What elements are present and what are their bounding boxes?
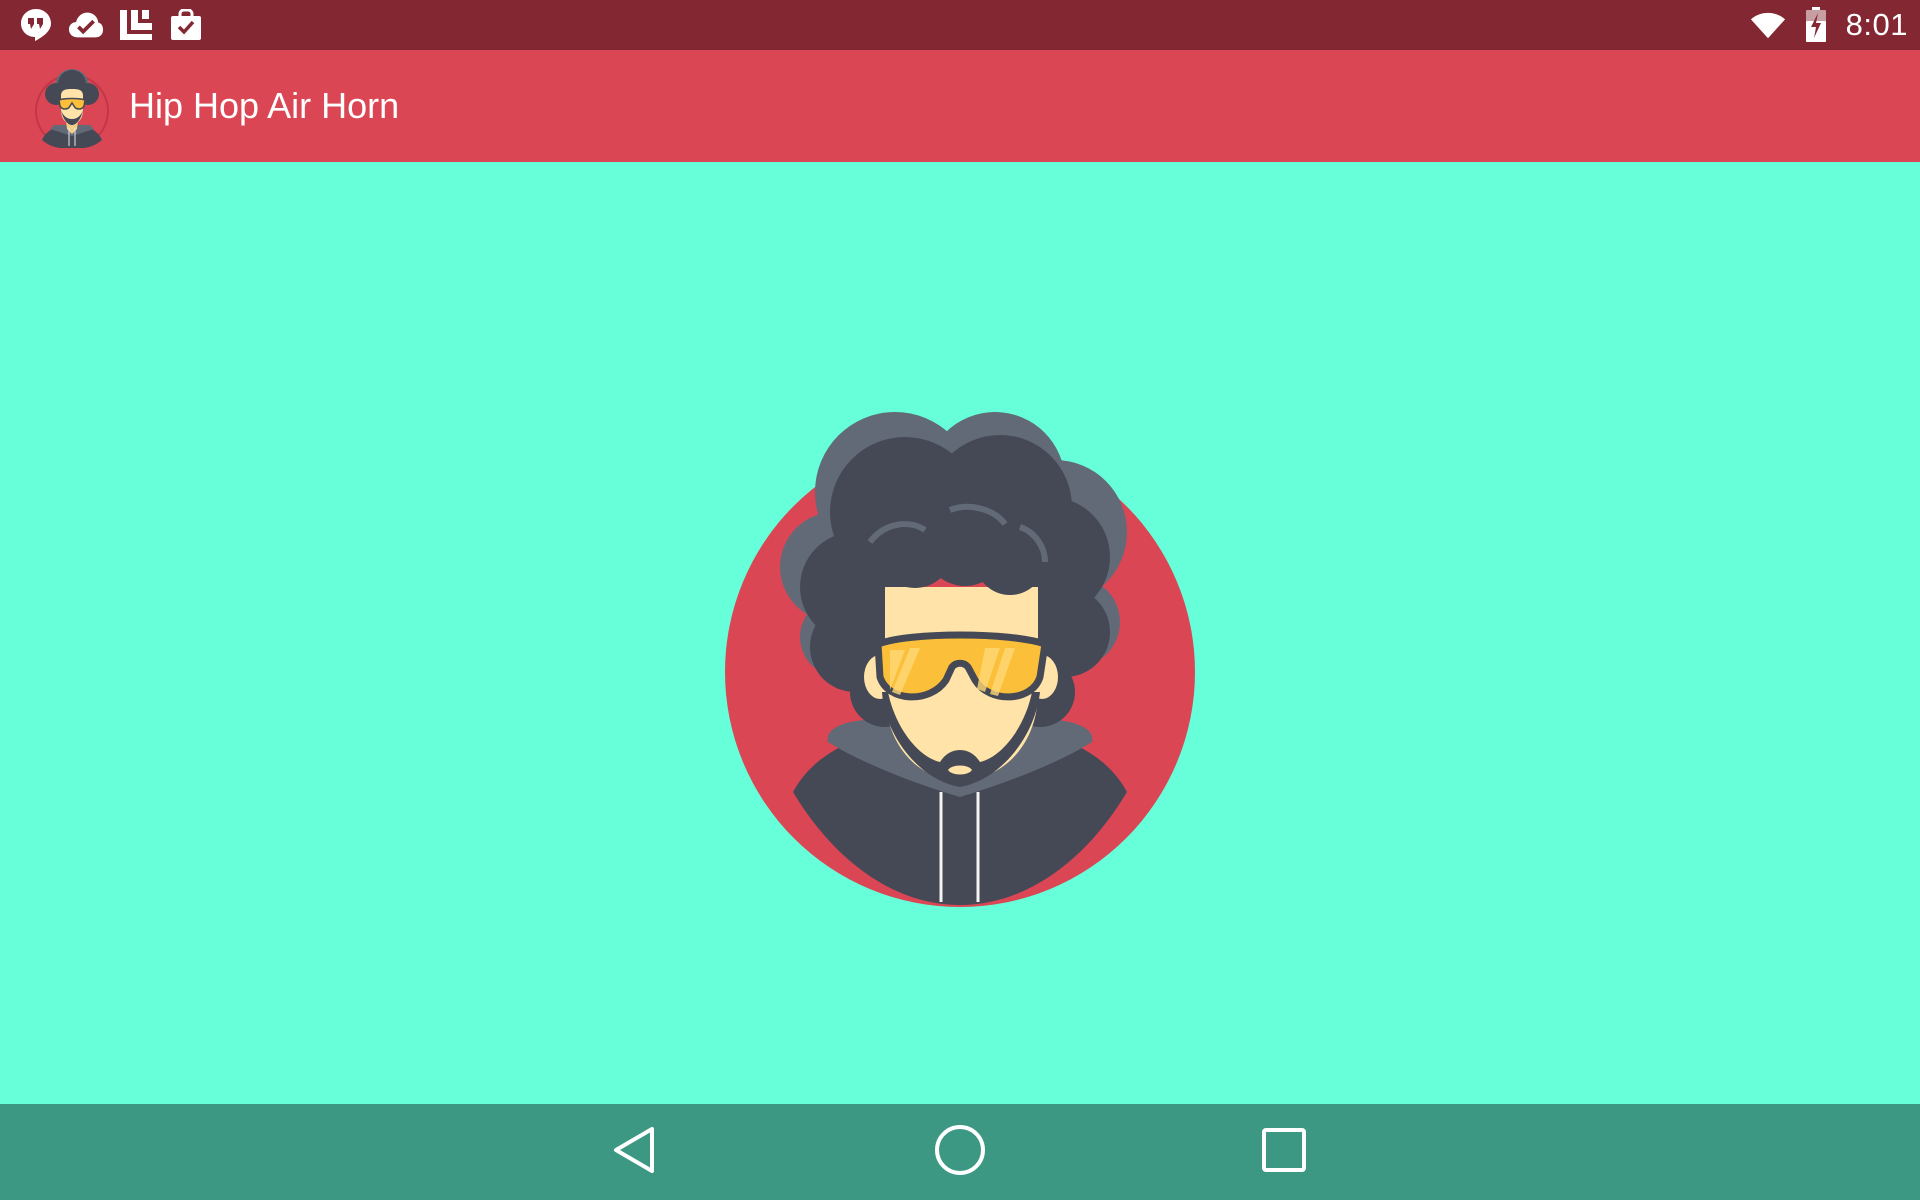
app-title: Hip Hop Air Horn — [129, 85, 400, 126]
status-bar: 8:01 — [0, 0, 1920, 50]
back-icon — [611, 1125, 657, 1180]
battery-charging-icon — [1798, 7, 1834, 43]
newsstand-icon — [118, 7, 154, 43]
hip-hop-avatar-button[interactable] — [720, 392, 1200, 932]
home-icon — [934, 1124, 986, 1181]
notification-icons — [18, 7, 204, 43]
back-button[interactable] — [599, 1124, 669, 1180]
main-content — [0, 162, 1920, 1104]
navigation-bar — [0, 1104, 1920, 1200]
home-button[interactable] — [925, 1124, 995, 1180]
system-status: 8:01 — [1750, 0, 1908, 50]
hip-hop-avatar-illustration — [725, 412, 1195, 907]
recents-button[interactable] — [1249, 1124, 1319, 1180]
play-store-bag-icon — [168, 7, 204, 43]
hip-hop-avatar-icon — [34, 64, 112, 149]
app-bar: Hip Hop Air Horn — [0, 50, 1920, 162]
hangouts-icon — [18, 7, 54, 43]
recents-icon — [1261, 1127, 1307, 1178]
clock: 8:01 — [1845, 7, 1908, 42]
wifi-icon — [1750, 7, 1786, 43]
cloud-check-icon — [68, 7, 104, 43]
